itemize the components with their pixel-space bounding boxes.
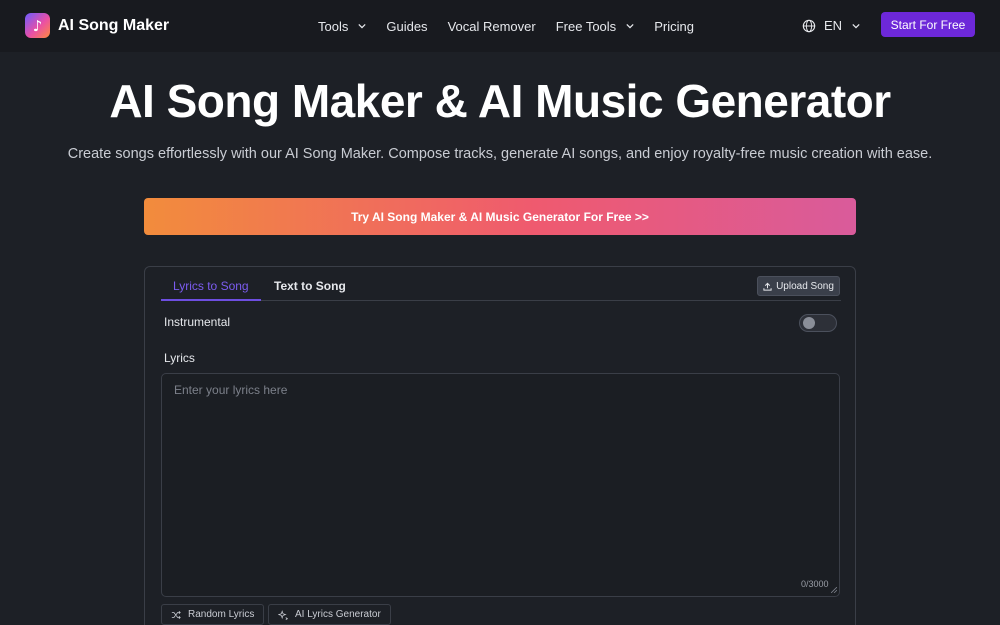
nav-item-free-tools[interactable]: Free Tools [556,19,634,34]
upload-song-label: Upload Song [776,280,834,292]
nav-item-label: Pricing [654,18,694,34]
lyrics-input[interactable] [161,373,840,597]
mode-tabs: Lyrics to Song Text to Song [161,277,841,301]
try-free-cta-button[interactable]: Try AI Song Maker & AI Music Generator F… [144,198,856,235]
top-header: ♪ AI Song Maker Tools Guides Vocal Remov… [0,0,1000,52]
random-lyrics-button[interactable]: Random Lyrics [161,604,265,625]
resize-handle-icon[interactable] [831,587,837,593]
tab-text-to-song[interactable]: Text to Song [274,279,346,293]
nav-item-label: Guides [386,18,428,34]
upload-icon [763,282,772,291]
brand-name: AI Song Maker [58,16,170,34]
ai-lyrics-generator-label: AI Lyrics Generator [295,609,381,620]
lyrics-label: Lyrics [164,351,195,365]
start-for-free-button[interactable]: Start For Free [881,12,975,37]
nav-item-label: Tools [318,18,349,34]
language-code: EN [824,18,843,33]
music-note-icon: ♪ [25,13,50,38]
language-selector[interactable]: EN [802,18,860,33]
chevron-down-icon [852,23,860,28]
page-title: AI Song Maker & AI Music Generator [109,75,891,127]
globe-icon [802,19,816,32]
nav-item-label: Vocal Remover [447,18,536,34]
nav-item-pricing[interactable]: Pricing [654,19,694,34]
page-subtitle: Create songs effortlessly with our AI So… [67,146,933,162]
song-generator-panel: Lyrics to Song Text to Song Upload Song … [144,266,856,625]
nav-item-guides[interactable]: Guides [386,19,427,34]
main-nav: Tools Guides Vocal Remover Free Tools Pr… [318,0,714,52]
instrumental-toggle[interactable] [799,314,837,332]
lyrics-char-counter: 0/3000 [801,579,829,589]
nav-item-tools[interactable]: Tools [318,19,366,34]
toggle-knob [803,317,815,329]
nav-item-vocal-remover[interactable]: Vocal Remover [448,19,536,34]
tab-lyrics-to-song[interactable]: Lyrics to Song [173,279,249,293]
sparkles-icon [278,609,288,620]
instrumental-label: Instrumental [164,315,231,329]
random-lyrics-label: Random Lyrics [188,609,255,620]
chevron-down-icon [626,23,634,29]
shuffle-icon [171,610,181,619]
active-tab-indicator [161,299,261,301]
chevron-down-icon [358,23,366,29]
nav-item-label: Free Tools [555,18,617,34]
upload-song-button[interactable]: Upload Song [757,276,840,296]
brand-logo-link[interactable]: ♪ AI Song Maker [25,13,169,38]
ai-lyrics-generator-button[interactable]: AI Lyrics Generator [268,604,391,625]
